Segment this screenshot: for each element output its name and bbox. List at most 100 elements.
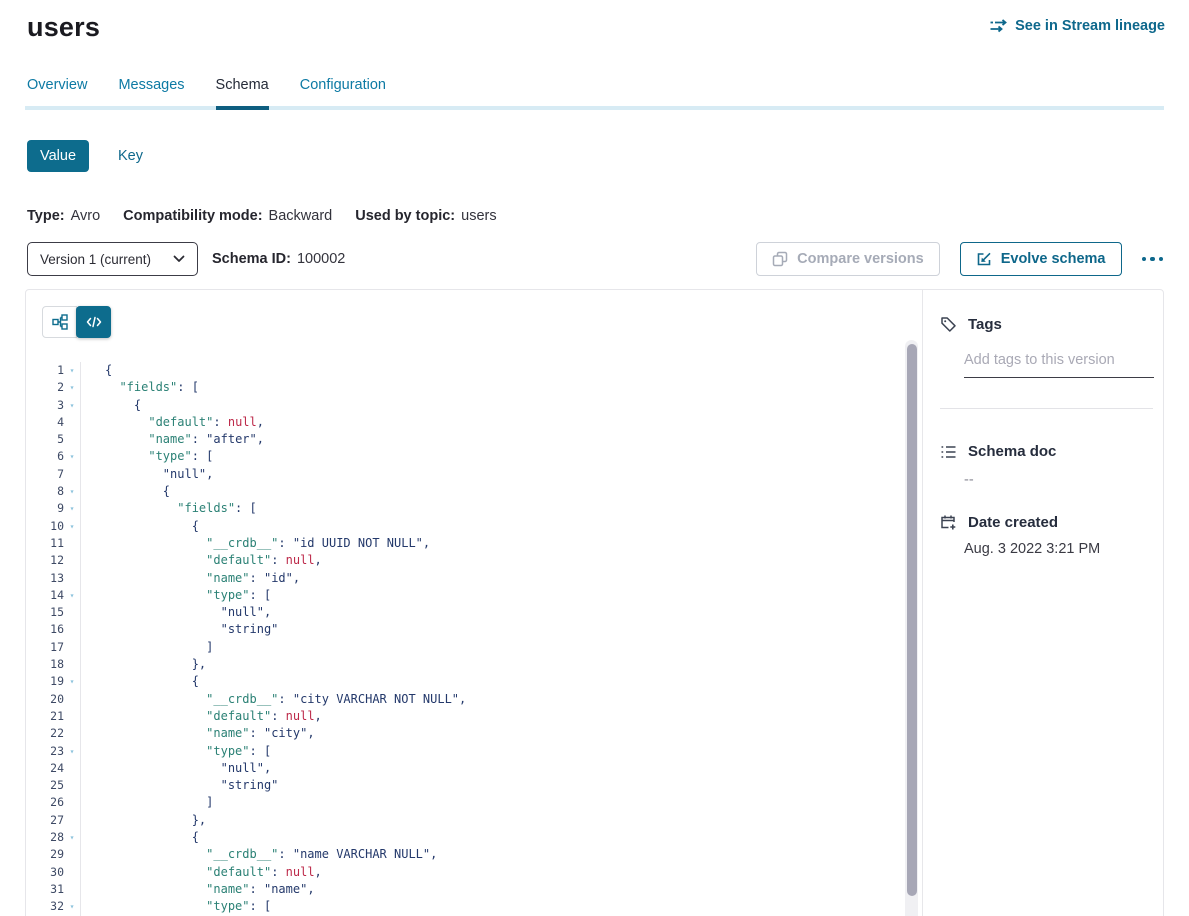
line-number: 30: [26, 864, 64, 881]
date-created-value: Aug. 3 2022 3:21 PM: [964, 541, 1153, 557]
evolve-schema-icon: [976, 251, 992, 267]
code-line: 8▾ {: [26, 483, 922, 500]
fold-arrow-icon[interactable]: ▾: [64, 483, 81, 500]
fold-arrow-icon[interactable]: ▾: [64, 518, 81, 535]
fold-arrow-icon[interactable]: ▾: [64, 500, 81, 517]
code-line: 32▾ "type": [: [26, 898, 922, 915]
page-title: users: [27, 12, 100, 43]
code-text: "string": [81, 777, 278, 794]
line-number: 22: [26, 725, 64, 742]
list-icon: [940, 444, 957, 460]
code-line: 23▾ "type": [: [26, 743, 922, 760]
fold-spacer: [64, 414, 81, 431]
add-tags-input[interactable]: [964, 347, 1154, 378]
code-line: 5 "name": "after",: [26, 431, 922, 448]
line-number: 5: [26, 431, 64, 448]
line-number: 19: [26, 673, 64, 690]
fold-spacer: [64, 639, 81, 656]
line-number: 18: [26, 656, 64, 673]
fold-arrow-icon[interactable]: ▾: [64, 898, 81, 915]
line-number: 12: [26, 552, 64, 569]
sidebar-divider: [940, 408, 1153, 409]
code-line: 10▾ {: [26, 518, 922, 535]
code-text: "name": "after",: [81, 431, 264, 448]
date-created-title: Date created: [968, 514, 1058, 531]
tree-view-button[interactable]: [42, 306, 77, 338]
code-text: "__crdb__": "id UUID NOT NULL",: [81, 535, 430, 552]
line-number: 1: [26, 362, 64, 379]
code-text: {: [81, 362, 112, 379]
version-select[interactable]: Version 1 (current): [27, 242, 198, 276]
line-number: 11: [26, 535, 64, 552]
fold-spacer: [64, 535, 81, 552]
fold-arrow-icon[interactable]: ▾: [64, 379, 81, 396]
schema-doc-value: --: [964, 472, 1153, 488]
key-toggle-button[interactable]: Key: [118, 148, 143, 164]
code-text: {: [81, 397, 141, 414]
fold-spacer: [64, 864, 81, 881]
page-header: users See in Stream lineage: [0, 0, 1189, 43]
fold-arrow-icon[interactable]: ▾: [64, 829, 81, 846]
line-number: 3: [26, 397, 64, 414]
fold-spacer: [64, 691, 81, 708]
value-toggle-button[interactable]: Value: [27, 140, 89, 172]
code-line: 4 "default": null,: [26, 414, 922, 431]
fold-arrow-icon[interactable]: ▾: [64, 587, 81, 604]
code-line: 31 "name": "name",: [26, 881, 922, 898]
code-line: 21 "default": null,: [26, 708, 922, 725]
editor-scrollbar-thumb[interactable]: [907, 344, 917, 896]
fold-spacer: [64, 621, 81, 638]
line-number: 25: [26, 777, 64, 794]
code-text: "string": [81, 621, 278, 638]
tab-messages[interactable]: Messages: [118, 77, 184, 106]
fold-arrow-icon[interactable]: ▾: [64, 362, 81, 379]
compare-versions-icon: [772, 251, 788, 267]
code-text: {: [81, 483, 170, 500]
fold-arrow-icon[interactable]: ▾: [64, 397, 81, 414]
evolve-schema-button[interactable]: Evolve schema: [960, 242, 1122, 276]
tab-overview[interactable]: Overview: [27, 77, 87, 106]
code-line: 1▾{: [26, 362, 922, 379]
code-text: "null",: [81, 604, 271, 621]
fold-arrow-icon[interactable]: ▾: [64, 448, 81, 465]
stream-lineage-label: See in Stream lineage: [1015, 18, 1165, 34]
line-number: 26: [26, 794, 64, 811]
line-number: 8: [26, 483, 64, 500]
code-text: "name": "name",: [81, 881, 315, 898]
code-text: },: [81, 812, 206, 829]
date-created-section: Date created Aug. 3 2022 3:21 PM: [940, 514, 1153, 557]
fold-arrow-icon[interactable]: ▾: [64, 673, 81, 690]
code-view-button[interactable]: [76, 306, 111, 338]
line-number: 10: [26, 518, 64, 535]
code-line: 29 "__crdb__": "name VARCHAR NULL",: [26, 846, 922, 863]
compatibility-value: Backward: [269, 208, 333, 224]
schema-panel: 1▾{2▾ "fields": [3▾ {4 "default": null,5…: [25, 289, 1164, 916]
line-number: 13: [26, 570, 64, 587]
schema-doc-section: Schema doc --: [940, 443, 1153, 488]
topic-link[interactable]: users: [461, 208, 496, 224]
fold-spacer: [64, 760, 81, 777]
line-number: 29: [26, 846, 64, 863]
tab-schema[interactable]: Schema: [216, 77, 269, 110]
fold-spacer: [64, 604, 81, 621]
tab-configuration[interactable]: Configuration: [300, 77, 386, 106]
code-line: 25 "string": [26, 777, 922, 794]
code-line: 11 "__crdb__": "id UUID NOT NULL",: [26, 535, 922, 552]
evolve-schema-label: Evolve schema: [1001, 251, 1106, 267]
line-number: 14: [26, 587, 64, 604]
fold-arrow-icon[interactable]: ▾: [64, 743, 81, 760]
line-number: 28: [26, 829, 64, 846]
line-number: 24: [26, 760, 64, 777]
schema-sidebar: Tags Schema doc --: [922, 290, 1163, 916]
code-text: "fields": [: [81, 379, 199, 396]
more-options-button[interactable]: [1140, 251, 1166, 268]
value-key-toggle: Value Key: [27, 140, 1189, 172]
code-line: 2▾ "fields": [: [26, 379, 922, 396]
tag-icon: [940, 316, 957, 333]
stream-lineage-link[interactable]: See in Stream lineage: [989, 18, 1165, 34]
code-text: "name": "id",: [81, 570, 300, 587]
line-number: 6: [26, 448, 64, 465]
tags-title: Tags: [968, 316, 1002, 333]
line-number: 20: [26, 691, 64, 708]
compare-versions-button[interactable]: Compare versions: [756, 242, 940, 276]
